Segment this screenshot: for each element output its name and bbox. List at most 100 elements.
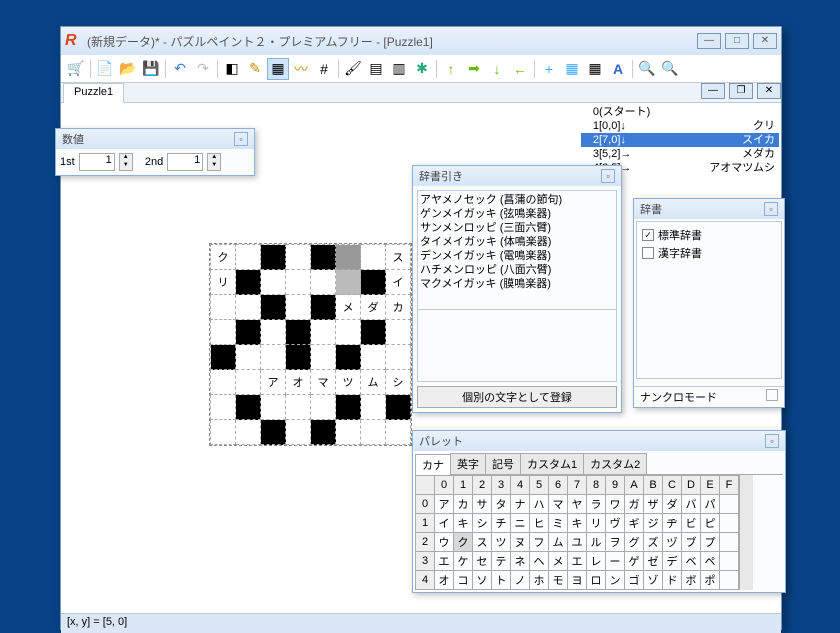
palette-cell[interactable]	[720, 571, 739, 590]
puzzle-cell[interactable]	[336, 320, 361, 345]
puzzle-cell[interactable]: メ	[336, 295, 361, 320]
palette-cell[interactable]: ヅ	[663, 533, 682, 552]
arrow-left-icon[interactable]: ←	[509, 58, 531, 80]
palette-cell[interactable]: フ	[530, 533, 549, 552]
text-tool-icon[interactable]: A	[607, 58, 629, 80]
puzzle-cell[interactable]	[286, 420, 311, 445]
puzzle-cell[interactable]	[261, 345, 286, 370]
puzzle-cell[interactable]	[211, 395, 236, 420]
palette-cell[interactable]	[720, 495, 739, 514]
puzzle-cell[interactable]	[236, 345, 261, 370]
puzzle-cell[interactable]: ツ	[336, 370, 361, 395]
puzzle-cell[interactable]	[286, 320, 311, 345]
puzzle-cell[interactable]: シ	[386, 370, 411, 395]
palette-cell[interactable]	[720, 514, 739, 533]
palette-cell[interactable]: ゼ	[644, 552, 663, 571]
dict-item[interactable]: ハチメンロッピ (八面六臂)	[420, 263, 614, 277]
puzzle-cell[interactable]	[336, 420, 361, 445]
palette-cell[interactable]: ラ	[587, 495, 606, 514]
brush-icon[interactable]: 🖌	[342, 58, 364, 80]
arrow-down-icon[interactable]: ↓	[486, 58, 508, 80]
puzzle-grid[interactable]: クスリイメダカアオマツムシ	[209, 243, 412, 446]
palette-cell[interactable]: ミ	[549, 514, 568, 533]
dictionary-close[interactable]: ▫	[764, 202, 778, 216]
puzzle-cell[interactable]	[236, 245, 261, 270]
arrow-right-green-icon[interactable]: ➡	[463, 58, 485, 80]
dict-item[interactable]: サンメンロッピ (三面六臂)	[420, 221, 614, 235]
palette-cell[interactable]: マ	[549, 495, 568, 514]
palette-cell[interactable]: ノ	[511, 571, 530, 590]
titlebar[interactable]: R (新規データ)* - パズルペイント２・プレミアムフリー - [Puzzle…	[61, 27, 781, 55]
puzzle-cell[interactable]	[236, 395, 261, 420]
puzzle-cell[interactable]	[211, 295, 236, 320]
spinner-1st-arrows[interactable]: ▲▼	[119, 153, 133, 171]
number-icon[interactable]: #	[313, 58, 335, 80]
palette-cell[interactable]	[720, 533, 739, 552]
palette-cell[interactable]: タ	[492, 495, 511, 514]
puzzle-cell[interactable]	[286, 245, 311, 270]
puzzle-cell[interactable]: ム	[361, 370, 386, 395]
dict-item[interactable]: デンメイガッキ (電鳴楽器)	[420, 249, 614, 263]
palette-cell[interactable]: テ	[492, 552, 511, 571]
palette-cell[interactable]: ベ	[682, 552, 701, 571]
palette-cell[interactable]: ス	[473, 533, 492, 552]
palette-cell[interactable]: ル	[587, 533, 606, 552]
puzzle-cell[interactable]: リ	[211, 270, 236, 295]
palette-cell[interactable]: ゲ	[625, 552, 644, 571]
puzzle-cell[interactable]	[236, 370, 261, 395]
history-row[interactable]: 0 (スタート)	[581, 105, 779, 119]
maximize-button[interactable]: □	[725, 33, 749, 49]
puzzle-cell[interactable]	[261, 395, 286, 420]
palette-cell[interactable]: ゴ	[625, 571, 644, 590]
history-row[interactable]: 2 [7,0]↓スイカ	[581, 133, 779, 147]
palette-cell[interactable]: ム	[549, 533, 568, 552]
panel1-icon[interactable]: ▤	[365, 58, 387, 80]
zoom-out-icon[interactable]: 🔍	[659, 58, 681, 80]
puzzle-cell[interactable]	[386, 345, 411, 370]
palette-cell[interactable]: ヨ	[568, 571, 587, 590]
palette-cell[interactable]: ダ	[663, 495, 682, 514]
palette-cell[interactable]: ガ	[625, 495, 644, 514]
dict-item[interactable]: アヤメノセック (菖蒲の節句)	[420, 193, 614, 207]
puzzle-cell[interactable]	[261, 295, 286, 320]
palette-cell[interactable]: セ	[473, 552, 492, 571]
puzzle-cell[interactable]: ス	[386, 245, 411, 270]
puzzle-cell[interactable]	[211, 345, 236, 370]
palette-cell[interactable]: カ	[454, 495, 473, 514]
dict-register-button[interactable]: 個別の文字として登録	[417, 386, 617, 408]
puzzle-cell[interactable]: ダ	[361, 295, 386, 320]
puzzle-cell[interactable]	[286, 295, 311, 320]
palette-cell[interactable]: ハ	[530, 495, 549, 514]
puzzle-cell[interactable]	[286, 395, 311, 420]
save-icon[interactable]: 💾	[140, 58, 162, 80]
history-row[interactable]: 1 [0,0]↓クリ	[581, 119, 779, 133]
puzzle-cell[interactable]	[311, 420, 336, 445]
arrow-up-icon[interactable]: ↑	[440, 58, 462, 80]
palette-cell[interactable]: ヒ	[530, 514, 549, 533]
palette-cell[interactable]: パ	[701, 495, 720, 514]
puzzle-cell[interactable]	[361, 420, 386, 445]
undo-icon[interactable]: ↶	[169, 58, 191, 80]
palette-cell[interactable]: ズ	[644, 533, 663, 552]
palette-cell[interactable]: ポ	[701, 571, 720, 590]
palette-tab[interactable]: カナ	[415, 454, 451, 475]
palette-cell[interactable]: ピ	[701, 514, 720, 533]
palette-panel[interactable]: パレット▫ カナ英字記号カスタム1カスタム2 0123456789ABCDEF0…	[412, 430, 786, 593]
palette-cell[interactable]: ド	[663, 571, 682, 590]
number-panel-close[interactable]: ▫	[234, 132, 248, 146]
palette-cell[interactable]: ヲ	[606, 533, 625, 552]
palette-cell[interactable]: ウ	[435, 533, 454, 552]
palette-cell[interactable]: リ	[587, 514, 606, 533]
globe-icon[interactable]: ✱	[411, 58, 433, 80]
eraser-icon[interactable]: ◧	[221, 58, 243, 80]
puzzle-cell[interactable]	[311, 270, 336, 295]
puzzle-cell[interactable]: ア	[261, 370, 286, 395]
puzzle-cell[interactable]	[236, 320, 261, 345]
puzzle-cell[interactable]	[236, 295, 261, 320]
puzzle-cell[interactable]	[336, 270, 361, 295]
palette-cell[interactable]: ヘ	[530, 552, 549, 571]
zoom-in-icon[interactable]: 🔍	[636, 58, 658, 80]
dict-lookup-list[interactable]: アヤメノセック (菖蒲の節句)ゲンメイガッキ (弦鳴楽器)サンメンロッピ (三面…	[417, 190, 617, 310]
palette-cell[interactable]: ブ	[682, 533, 701, 552]
doc-close-button[interactable]: ✕	[757, 83, 781, 99]
